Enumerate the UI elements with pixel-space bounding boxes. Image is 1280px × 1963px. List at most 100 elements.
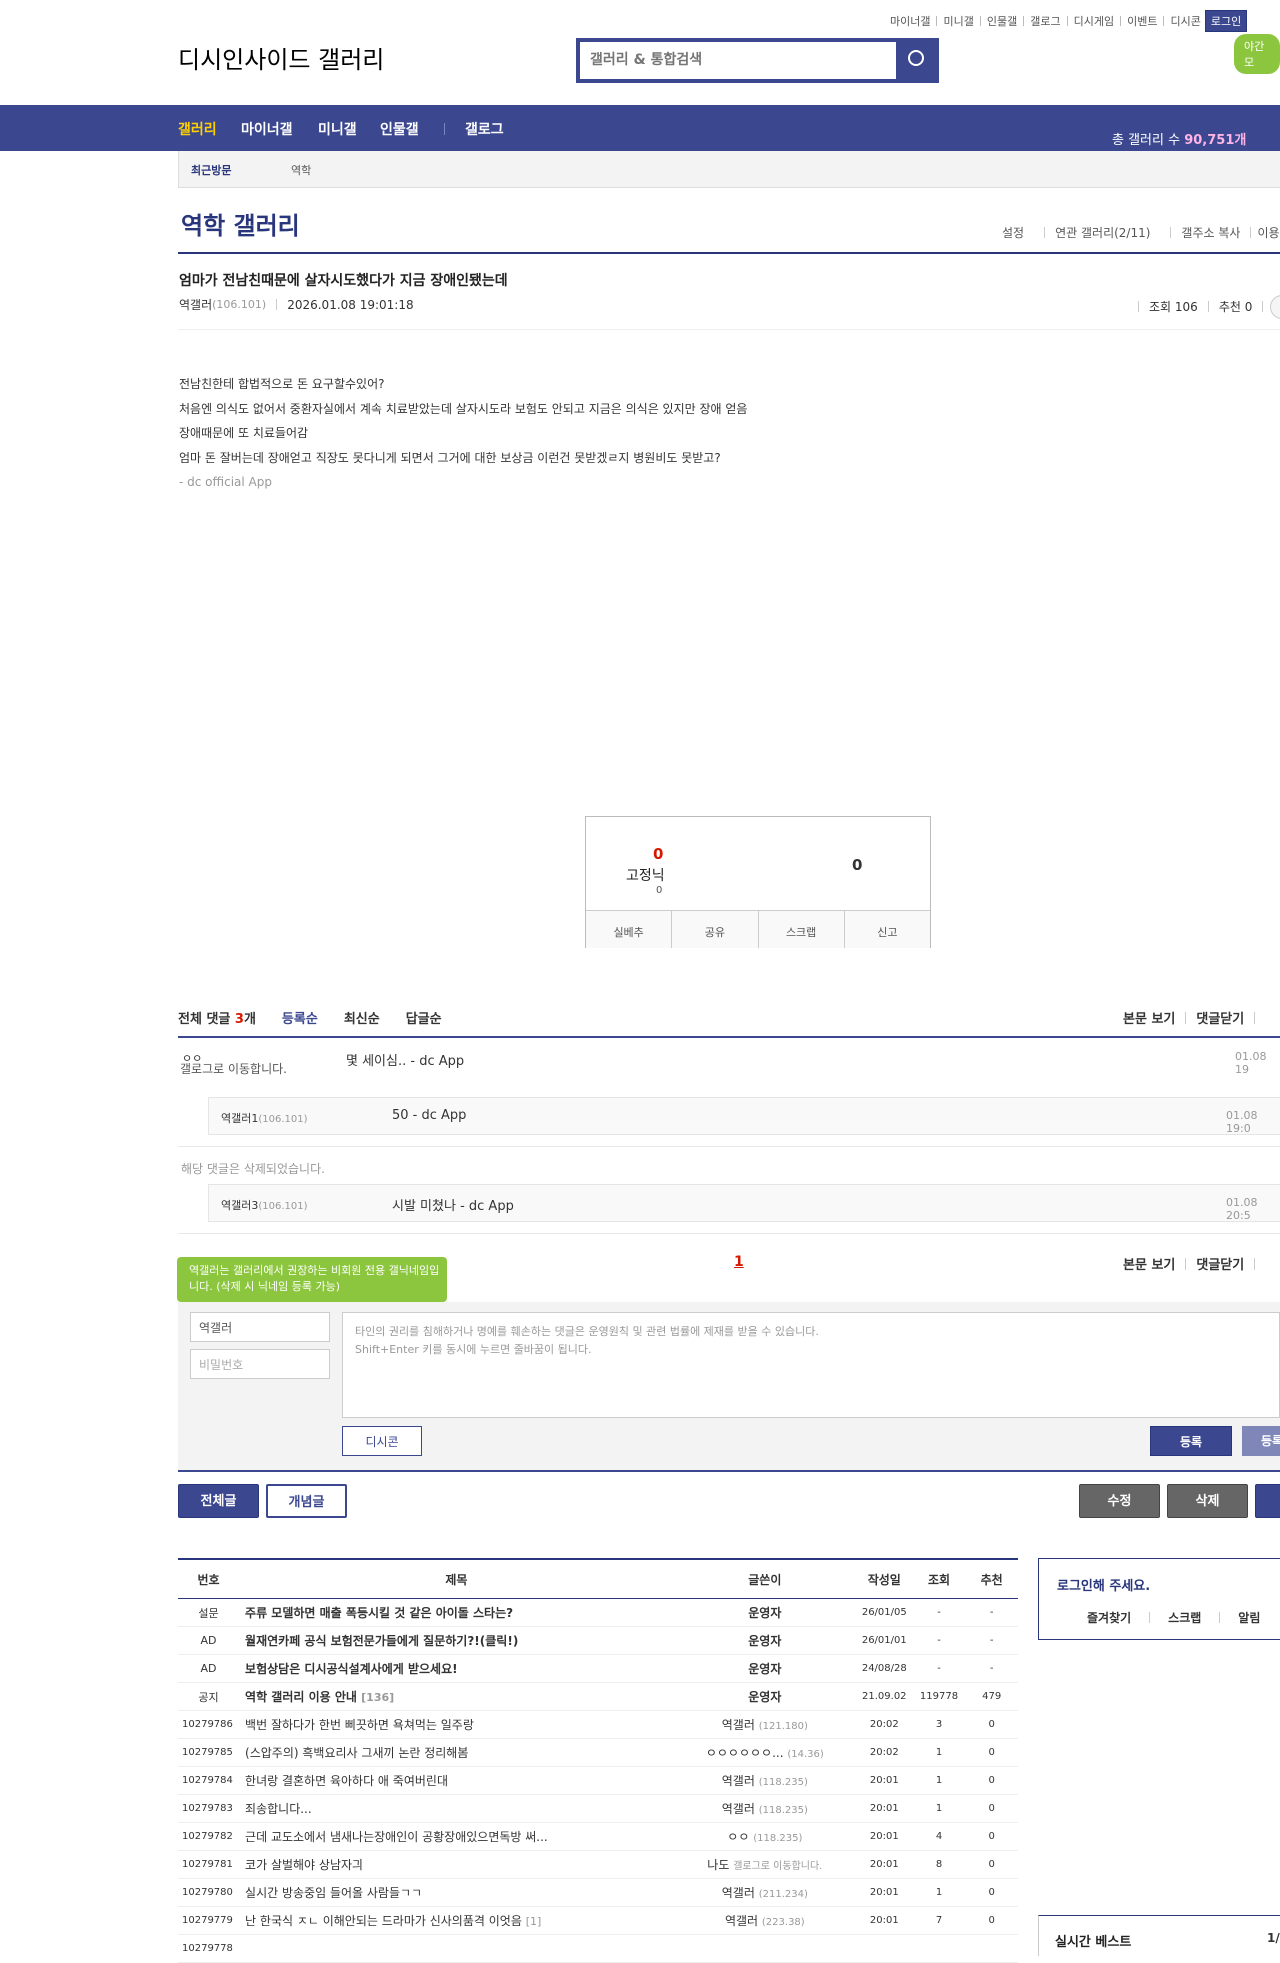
- write-post-button[interactable]: [1255, 1484, 1280, 1518]
- view-body-button[interactable]: 본문 보기: [1123, 1254, 1175, 1273]
- post-writer[interactable]: 운영자: [673, 1598, 856, 1627]
- post-row-title[interactable]: 실시간 방송중임 들어올 사람들ㄱㄱ: [245, 1886, 422, 1900]
- recent-visit-gallery[interactable]: 역학: [291, 162, 311, 178]
- share-button[interactable]: 공유: [672, 911, 759, 948]
- post-title-cell[interactable]: 코가 살벌해야 상남자긔: [239, 1850, 674, 1879]
- upvote-count[interactable]: 0: [653, 845, 663, 863]
- post-row[interactable]: 설문 주류 모델하면 매출 폭등시킬 것 같은 아이돌 스타는? 운영자 26/01/…: [178, 1598, 1018, 1627]
- settings-link[interactable]: 설정: [1002, 224, 1024, 241]
- scrap-link[interactable]: 스크랩: [1168, 1609, 1201, 1626]
- post-writer[interactable]: 역갤러 (223.38): [673, 1906, 856, 1935]
- sort-registered[interactable]: 등록순: [282, 1008, 318, 1027]
- util-gallog[interactable]: 갤로그: [1030, 13, 1060, 29]
- post-writer[interactable]: ㅇㅇㅇㅇㅇㅇ... (14.36): [673, 1738, 856, 1767]
- post-title-cell[interactable]: 죄송합니다...: [239, 1794, 674, 1823]
- sort-replies[interactable]: 답글순: [406, 1008, 442, 1027]
- post-title-cell[interactable]: 난 한국식 ㅈㄴ 이해안되는 드라마가 신사의품격 이엇음 [1]: [239, 1906, 674, 1935]
- post-row-title[interactable]: 보험상담은 디시공식설계사에게 받으세요!: [245, 1662, 458, 1676]
- post-title-cell[interactable]: 역학 갤러리 이용 안내 [136]: [239, 1682, 674, 1711]
- nav-gallog[interactable]: 갤로그: [465, 119, 504, 139]
- report-button[interactable]: 신고: [845, 911, 930, 948]
- sort-latest[interactable]: 최신순: [344, 1008, 380, 1027]
- post-title-cell[interactable]: 백번 잘하다가 한번 삐끗하면 욕쳐먹는 일주랑: [239, 1710, 674, 1739]
- post-row-title[interactable]: 난 한국식 ㅈㄴ 이해안되는 드라마가 신사의품격 이엇음: [245, 1914, 522, 1928]
- post-row-title[interactable]: 죄송합니다...: [245, 1802, 312, 1816]
- post-title-cell[interactable]: 주류 모델하면 매출 폭등시킬 것 같은 아이돌 스타는?: [239, 1598, 674, 1627]
- post-row-title[interactable]: 코가 살벌해야 상남자긔: [245, 1858, 363, 1872]
- favorites-link[interactable]: 즐겨찾기: [1087, 1609, 1131, 1626]
- all-posts-button[interactable]: 전체글: [178, 1484, 259, 1518]
- reply-nick[interactable]: 역갤러3(106.101): [221, 1197, 308, 1213]
- site-logo[interactable]: 디시인사이드 갤러리: [178, 40, 384, 75]
- post-row-title[interactable]: 월재연카페 공식 보험전문가들에게 질문하기?!(클릭!): [245, 1634, 518, 1648]
- post-row-title[interactable]: 역학 갤러리 이용 안내: [245, 1690, 357, 1704]
- search-input[interactable]: [580, 42, 900, 77]
- edit-button[interactable]: 수정: [1079, 1484, 1160, 1518]
- post-row[interactable]: 10279781 코가 살벌해야 상남자긔 나도 갤로그로 이동합니다. 20:01 8…: [178, 1850, 1018, 1879]
- post-row[interactable]: AD 월재연카페 공식 보험전문가들에게 질문하기?!(클릭!) 운영자 26/01/…: [178, 1626, 1018, 1655]
- view-body-button[interactable]: 본문 보기: [1123, 1008, 1175, 1027]
- nav-person[interactable]: 인물갤: [380, 119, 419, 139]
- reply-nick[interactable]: 역갤러1(106.101): [221, 1110, 308, 1126]
- nickname-field[interactable]: 역갤러: [190, 1312, 330, 1342]
- related-gallery-link[interactable]: 연관 갤러리(2/11): [1055, 224, 1150, 241]
- notification-link[interactable]: 알림: [1238, 1609, 1260, 1626]
- post-writer[interactable]: 역갤러 (118.235): [673, 1766, 856, 1795]
- post-row[interactable]: AD 보험상담은 디시공식설계사에게 받으세요! 운영자 24/08/28- -: [178, 1654, 1018, 1683]
- usage-link[interactable]: 이용: [1257, 224, 1279, 241]
- util-dccon[interactable]: 디시콘: [1170, 13, 1200, 29]
- comment-textarea[interactable]: 타인의 권리를 침해하거나 명예를 훼손하는 댓글은 운영원칙 및 관련 법률에…: [342, 1312, 1280, 1418]
- submit-button[interactable]: 등록: [1150, 1426, 1232, 1456]
- nav-minor[interactable]: 마이너갤: [241, 119, 293, 139]
- scrap-button[interactable]: 스크랩: [759, 911, 845, 948]
- post-title-cell[interactable]: [239, 1934, 674, 1963]
- post-row[interactable]: 10279786 백번 잘하다가 한번 삐끗하면 욕쳐먹는 일주랑 역갤러 (121…: [178, 1710, 1018, 1739]
- post-writer[interactable]: 역갤러 (211.234): [673, 1878, 856, 1907]
- post-title-cell[interactable]: 월재연카페 공식 보험전문가들에게 질문하기?!(클릭!): [239, 1626, 674, 1655]
- util-minor[interactable]: 마이너갤: [890, 13, 930, 29]
- post-writer[interactable]: ㅇㅇ (118.235): [673, 1822, 856, 1851]
- copy-address-link[interactable]: 갤주소 복사: [1181, 224, 1240, 241]
- close-comments-button[interactable]: 댓글닫기: [1196, 1254, 1244, 1273]
- post-row[interactable]: 10279779 난 한국식 ㅈㄴ 이해안되는 드라마가 신사의품격 이엇음 [1…: [178, 1906, 1018, 1935]
- close-comments-button[interactable]: 댓글닫기: [1196, 1008, 1244, 1027]
- gallery-title[interactable]: 역학 갤러리: [181, 206, 300, 241]
- comment-page-1[interactable]: 1: [734, 1254, 744, 1270]
- util-event[interactable]: 이벤트: [1127, 13, 1157, 29]
- nav-mini[interactable]: 미니갤: [318, 119, 357, 139]
- recent-visit-label[interactable]: 최근방문: [191, 162, 231, 178]
- login-prompt[interactable]: 로그인해 주세요.: [1057, 1575, 1150, 1594]
- nav-gallery[interactable]: 갤러리: [178, 119, 217, 139]
- post-writer[interactable]: 운영자: [673, 1626, 856, 1655]
- post-row-title[interactable]: 주류 모델하면 매출 폭등시킬 것 같은 아이돌 스타는?: [245, 1606, 513, 1620]
- delete-button[interactable]: 삭제: [1167, 1484, 1248, 1518]
- post-row[interactable]: 10279780 실시간 방송중임 들어올 사람들ㄱㄱ 역갤러 (211.234) 2…: [178, 1878, 1018, 1907]
- post-writer[interactable]: 운영자: [673, 1682, 856, 1711]
- post-row[interactable]: 10279785 (스압주의) 흑백요리사 그새끼 논란 정리해봄 ㅇㅇㅇㅇㅇㅇ..…: [178, 1738, 1018, 1767]
- password-field[interactable]: 비밀번호: [190, 1349, 330, 1379]
- post-writer[interactable]: 나도 갤로그로 이동합니다.: [673, 1850, 856, 1879]
- post-title-cell[interactable]: 한녀랑 결혼하면 육아하다 애 죽여버린대: [239, 1766, 674, 1795]
- best-recommend-button[interactable]: 실베추: [586, 911, 673, 948]
- reply-count[interactable]: [1]: [526, 1915, 542, 1928]
- search-icon[interactable]: [896, 38, 939, 83]
- post-title-cell[interactable]: 근데 교도소에서 냄새나는장애인이 공황장애있으면독방 써...: [239, 1822, 674, 1851]
- gallog-icon[interactable]: 갤로그로 이동합니다.: [180, 1063, 300, 1076]
- util-person[interactable]: 인물갤: [987, 13, 1017, 29]
- util-game[interactable]: 디시게임: [1074, 13, 1114, 29]
- downvote-count[interactable]: 0: [852, 856, 862, 874]
- post-row[interactable]: 10279782 근데 교도소에서 냄새나는장애인이 공황장애있으면독방 써...…: [178, 1822, 1018, 1851]
- post-writer[interactable]: 운영자: [673, 1654, 856, 1683]
- util-mini[interactable]: 미니갤: [943, 13, 973, 29]
- post-title-cell[interactable]: 보험상담은 디시공식설계사에게 받으세요!: [239, 1654, 674, 1683]
- submit-recommend-button[interactable]: 등록: [1242, 1426, 1280, 1456]
- night-mode-toggle[interactable]: 야간 모: [1234, 34, 1280, 74]
- post-writer[interactable]: [673, 1934, 856, 1963]
- post-row[interactable]: 10279784 한녀랑 결혼하면 육아하다 애 죽여버린대 역갤러 (118.23…: [178, 1766, 1018, 1795]
- post-writer[interactable]: 역갤러 (121.180): [673, 1710, 856, 1739]
- login-button[interactable]: 로그인: [1204, 10, 1248, 32]
- post-row-title[interactable]: 근데 교도소에서 냄새나는장애인이 공황장애있으면독방 써...: [245, 1830, 548, 1844]
- post-row-title[interactable]: 한녀랑 결혼하면 육아하다 애 죽여버린대: [245, 1774, 448, 1788]
- post-title-cell[interactable]: 실시간 방송중임 들어올 사람들ㄱㄱ: [239, 1878, 674, 1907]
- post-author[interactable]: 역갤러: [179, 296, 212, 313]
